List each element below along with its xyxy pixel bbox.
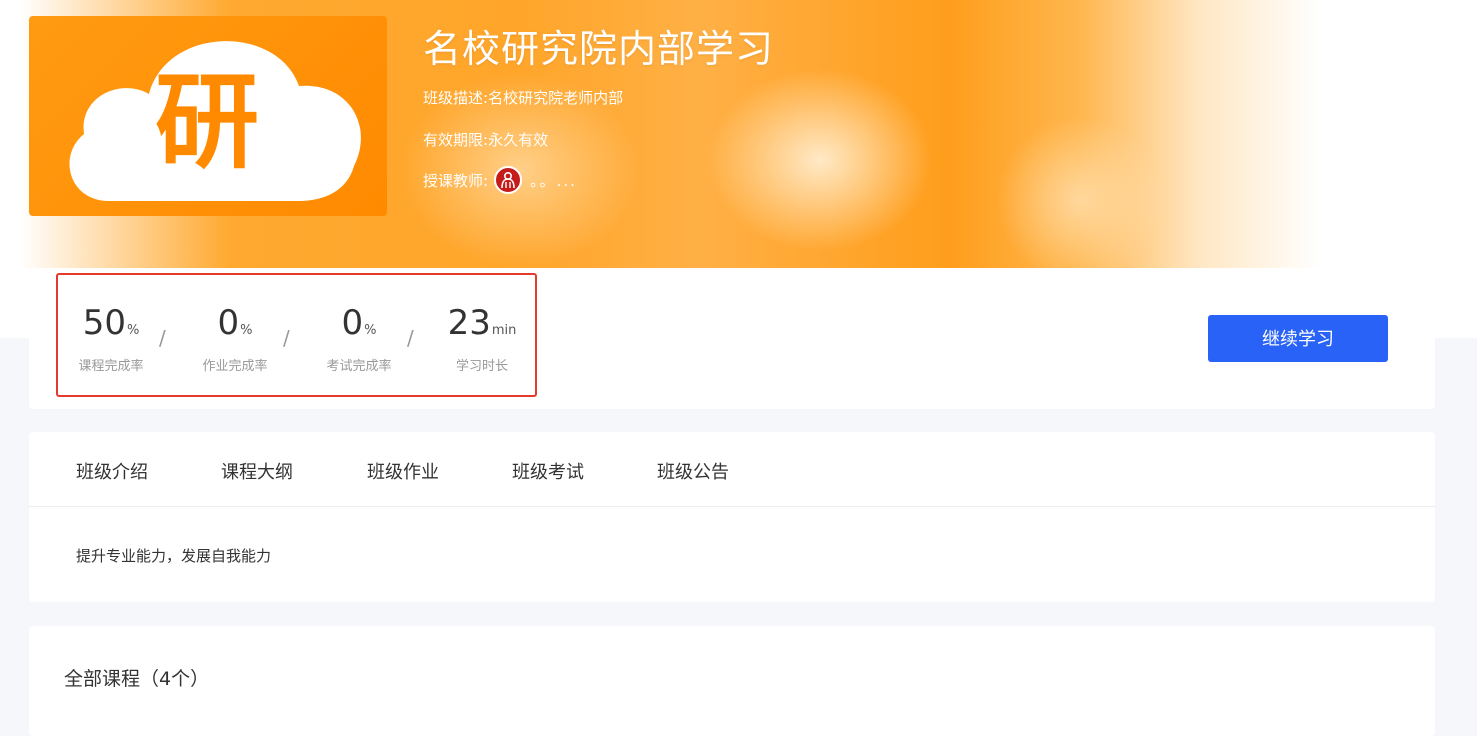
validity-label: 有效期限: (423, 131, 489, 149)
stat-value: 23 (447, 303, 491, 343)
stat-label: 学习时长 (455, 359, 508, 374)
stat-label: 作业完成率 (202, 359, 268, 374)
tab-announcements[interactable]: 班级公告 (657, 458, 729, 484)
stat-homework-completion: 0% 作业完成率 (180, 303, 290, 374)
stat-unit: % (126, 323, 140, 338)
tab-class-intro[interactable]: 班级介绍 (76, 458, 148, 484)
description-label: 班级描述: (423, 89, 489, 107)
tab-exams[interactable]: 班级考试 (512, 458, 584, 484)
stat-exam-completion: 0% 考试完成率 (304, 303, 414, 374)
stat-separator: / (283, 326, 290, 350)
stat-unit: % (364, 323, 377, 338)
stat-separator: / (407, 326, 414, 350)
tab-divider (29, 506, 1435, 507)
stat-separator: / (159, 326, 166, 350)
teacher-label: 授课教师: (423, 171, 489, 190)
stat-unit: min (491, 323, 517, 338)
stat-study-duration: 23min 学习时长 (427, 303, 537, 374)
stat-unit: % (240, 323, 253, 338)
class-description-row: 班级描述: 名校研究院老师内部 (423, 87, 623, 108)
stat-value: 50 (82, 303, 126, 343)
teacher-avatar-icon (501, 172, 515, 189)
teacher-more[interactable]: 。。... (530, 170, 577, 191)
stat-value: 0 (217, 303, 240, 343)
class-intro-text: 提升专业能力，发展自我能力 (76, 547, 272, 565)
class-validity-row: 有效期限: 永久有效 (423, 129, 548, 150)
description-value: 名校研究院老师内部 (488, 89, 624, 107)
stat-label: 考试完成率 (326, 359, 392, 374)
validity-value: 永久有效 (488, 131, 549, 149)
stat-label: 课程完成率 (78, 359, 144, 374)
stat-course-completion: 50% 课程完成率 (56, 303, 166, 374)
class-title: 名校研究院内部学习 (423, 27, 775, 71)
cover-char: 研 (155, 61, 259, 183)
all-courses-title: 全部课程（4个） (64, 668, 210, 690)
teacher-avatar[interactable] (494, 166, 523, 194)
continue-learning-button[interactable]: 继续学习 (1208, 315, 1388, 362)
cloud-logo-icon: 研 (69, 41, 361, 201)
courses-card (29, 626, 1435, 736)
tab-syllabus[interactable]: 课程大纲 (221, 458, 293, 484)
class-teacher-row: 授课教师: 。。... (423, 166, 577, 194)
stat-value: 0 (341, 303, 364, 343)
class-cover-image: 研 (29, 16, 387, 216)
tab-homework[interactable]: 班级作业 (367, 458, 439, 484)
